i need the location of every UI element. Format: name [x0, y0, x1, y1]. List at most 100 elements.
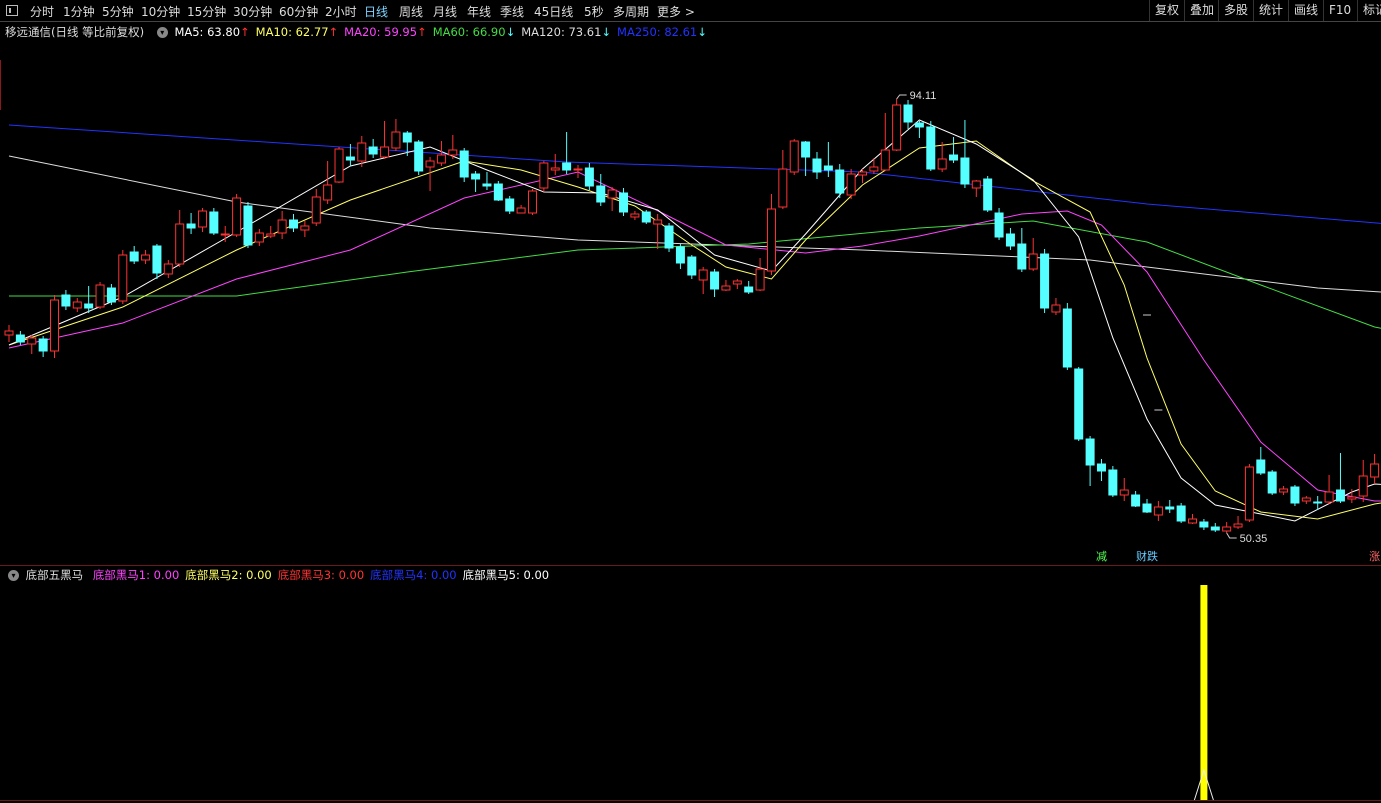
candle-body — [607, 189, 617, 199]
candle — [1279, 486, 1289, 495]
candle-body — [391, 131, 401, 149]
candle — [573, 165, 583, 178]
candle-body — [721, 285, 731, 291]
candle-body — [1062, 308, 1072, 368]
candle — [1074, 367, 1084, 441]
candle-body — [175, 223, 185, 265]
candle-body — [527, 190, 537, 214]
candle — [1153, 501, 1163, 521]
candle-body — [914, 122, 924, 128]
candle — [197, 208, 207, 232]
ma5-line — [8, 119, 1381, 522]
candle — [1370, 454, 1380, 484]
event-marker-0: 减 — [1096, 550, 1107, 563]
candle — [675, 244, 685, 269]
candle-body — [266, 233, 276, 237]
candle — [277, 211, 287, 239]
event-marker-2: 涨 — [1369, 550, 1380, 563]
candle — [27, 335, 37, 354]
candle-body — [311, 196, 321, 224]
candle — [721, 280, 731, 291]
candle-body — [1188, 518, 1198, 524]
candle — [380, 121, 390, 159]
candle-body — [118, 254, 128, 302]
candle — [1017, 228, 1027, 272]
candle — [846, 169, 856, 199]
candle-body — [1005, 233, 1015, 247]
candle-body — [1028, 253, 1038, 270]
candle-body — [459, 150, 469, 178]
signal-bar — [1200, 585, 1208, 800]
candle-body — [732, 280, 742, 285]
candle-body — [129, 251, 139, 262]
candle — [516, 205, 526, 214]
candle — [95, 282, 105, 309]
candle — [493, 181, 503, 201]
candle-body — [550, 167, 560, 171]
candle — [243, 202, 253, 248]
candle — [823, 142, 833, 177]
candle-body — [1222, 526, 1232, 532]
candle-body — [277, 219, 287, 234]
candle-body — [789, 140, 799, 173]
candle-body — [15, 334, 25, 343]
candles — [4, 99, 1380, 533]
candle — [858, 169, 867, 183]
candle — [84, 286, 94, 313]
candle-body — [232, 197, 242, 236]
candle-body — [1085, 438, 1095, 466]
candle — [903, 100, 913, 129]
candle — [687, 255, 697, 279]
candle — [914, 121, 924, 138]
candle — [539, 161, 549, 192]
candle — [983, 176, 993, 212]
candle — [1256, 447, 1266, 475]
candle — [1165, 500, 1175, 513]
candle-body — [653, 219, 663, 225]
candle — [1290, 485, 1300, 506]
candle-body — [823, 165, 833, 171]
candle — [960, 120, 970, 188]
candle — [949, 137, 959, 163]
candle-body — [380, 146, 390, 158]
candle-body — [357, 142, 367, 162]
candle-body — [869, 166, 879, 172]
candle — [106, 284, 116, 305]
candle — [766, 194, 776, 275]
candle-body — [482, 183, 492, 187]
candle — [641, 210, 651, 224]
candle — [152, 244, 162, 279]
candle — [209, 208, 219, 235]
candle-body — [983, 178, 993, 211]
candle-body — [289, 219, 298, 229]
candle-body — [425, 160, 435, 168]
candle-body — [1358, 475, 1368, 497]
candle — [254, 229, 264, 246]
candle-body — [1370, 463, 1380, 478]
candle-body — [641, 211, 651, 223]
candle — [1142, 499, 1152, 513]
candle-body — [1267, 471, 1277, 494]
candle — [1210, 523, 1220, 532]
candle-body — [323, 184, 333, 201]
candle-body — [402, 132, 412, 143]
candle-body — [1176, 505, 1186, 522]
candle — [1176, 503, 1186, 523]
candle-body — [516, 207, 526, 214]
candle-body — [687, 256, 697, 276]
candle-body — [710, 271, 720, 290]
candle — [1051, 298, 1061, 315]
candle — [232, 194, 242, 237]
candle-body — [801, 141, 811, 158]
candle — [892, 99, 902, 151]
candle — [801, 141, 811, 176]
candle-body — [471, 173, 481, 180]
candle-body — [1074, 368, 1084, 440]
candle — [1005, 228, 1015, 250]
candle-body — [539, 162, 549, 189]
chart-canvas[interactable]: 94.1150.35减财跌涨$ — [0, 0, 1381, 803]
candle-body — [163, 263, 173, 275]
candle — [1096, 459, 1106, 481]
candle-body — [152, 245, 162, 274]
candle — [562, 132, 572, 174]
